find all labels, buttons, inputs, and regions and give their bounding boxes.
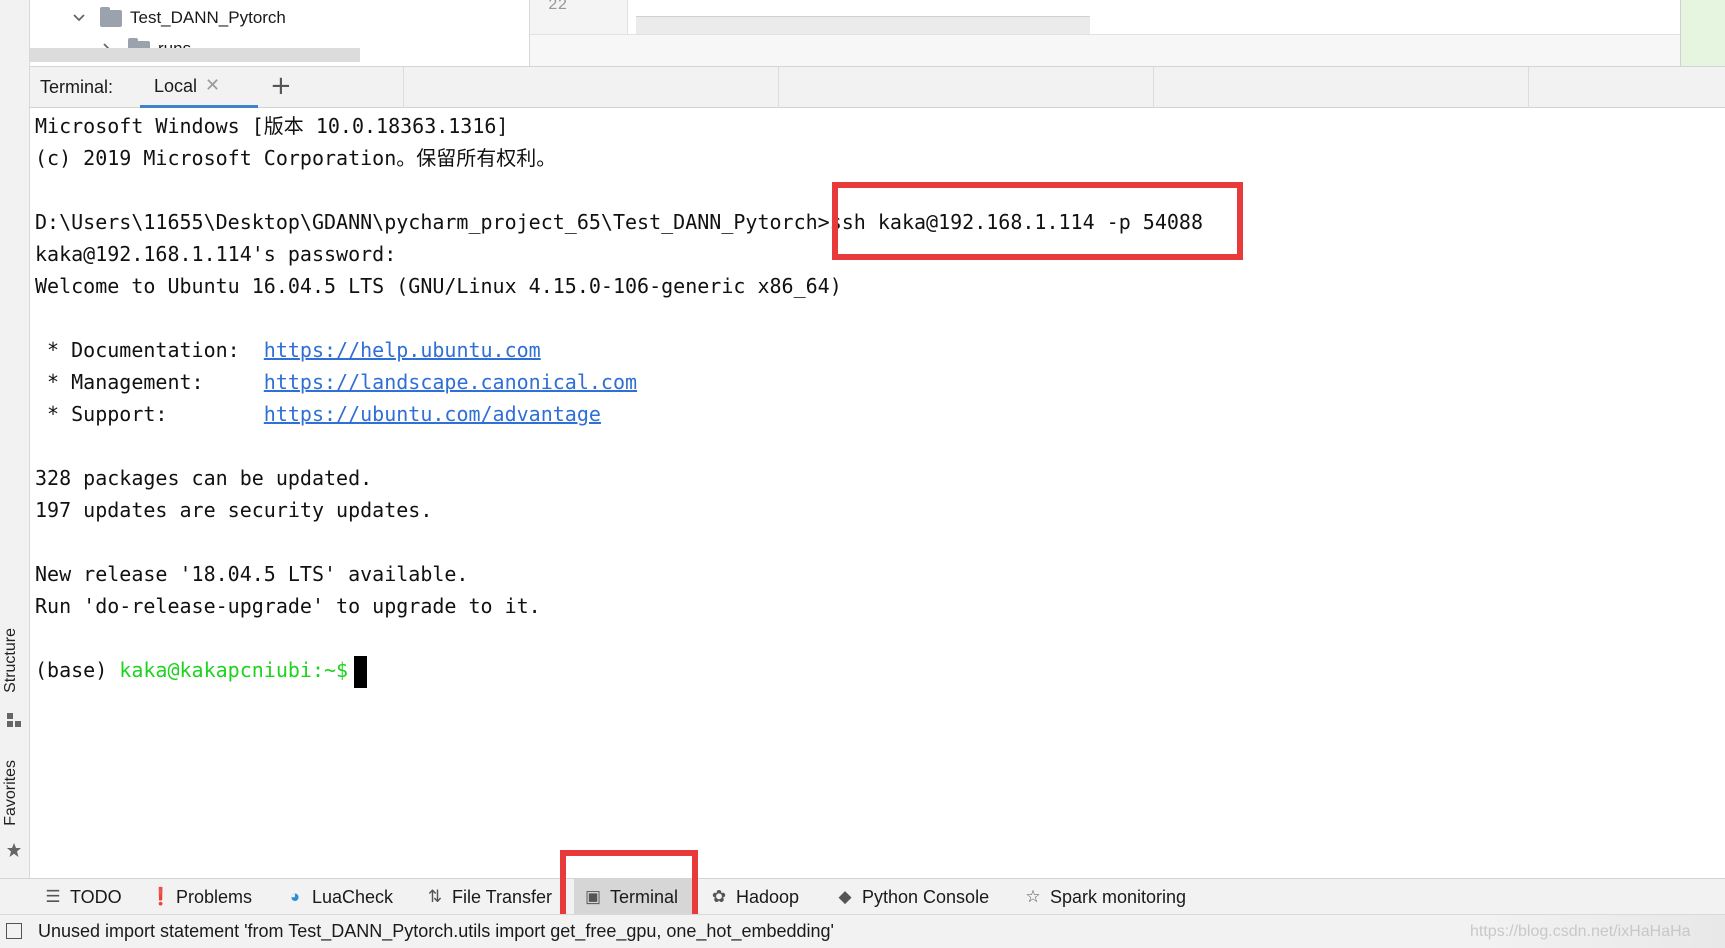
side-tab-favorites[interactable]: Favorites <box>2 760 20 826</box>
spark-icon: ☆ <box>1025 887 1041 906</box>
tree-item-test-dann-pytorch[interactable]: Test_DANN_Pytorch <box>72 3 286 33</box>
tool-problems[interactable]: ❗ Problems <box>150 879 260 915</box>
terminal-cursor <box>354 655 368 688</box>
terminal-line: Welcome to Ubuntu 16.04.5 LTS (GNU/Linux… <box>35 274 842 298</box>
tool-label: Spark monitoring <box>1050 886 1187 907</box>
list-icon: ☰ <box>45 887 61 906</box>
terminal-line: Run 'do-release-upgrade' to upgrade to i… <box>35 594 541 618</box>
star-icon <box>7 843 21 857</box>
prompt-env: (base) <box>35 658 120 682</box>
tool-file-transfer[interactable]: ⇅ File Transfer <box>426 879 560 915</box>
terminal-link-line: * Management: https://landscape.canonica… <box>35 367 637 397</box>
tool-spark-monitoring[interactable]: ☆ Spark monitoring <box>1024 879 1204 915</box>
documentation-link[interactable]: https://help.ubuntu.com <box>264 338 541 362</box>
top-area: Test_DANN_Pytorch runs 22 <box>0 0 1725 66</box>
tool-label: Problems <box>176 886 253 907</box>
editor-inlay <box>636 16 1090 34</box>
link-label: * Management: <box>35 370 264 394</box>
tab-local-label: Local <box>154 75 198 96</box>
highlight-box-ssh-command <box>832 182 1243 260</box>
tool-label: TODO <box>70 886 122 907</box>
terminal-line: New release '18.04.5 LTS' available. <box>35 562 469 586</box>
terminal-line: Microsoft Windows [版本 10.0.18363.1316] <box>35 114 509 138</box>
folder-icon <box>100 6 122 27</box>
header-divider <box>403 67 404 108</box>
status-message: Unused import statement 'from Test_DANN_… <box>38 921 834 941</box>
structure-icon <box>7 713 21 727</box>
highlight-box-terminal-tab <box>560 850 698 924</box>
header-divider <box>1528 67 1529 108</box>
hadoop-icon: ✿ <box>711 887 727 906</box>
watermark-text: https://blog.csdn.net/ixHaHaHa <box>1470 923 1691 940</box>
transfer-icon: ⇅ <box>427 887 443 906</box>
status-toggle-icon[interactable] <box>6 923 22 939</box>
terminal-header: Terminal: Local ✕ + <box>30 66 1725 108</box>
editor-right-stripe <box>1680 0 1725 66</box>
terminal-prompt[interactable]: (base) kaka@kakapcniubi:~$ <box>35 655 368 688</box>
tool-hadoop[interactable]: ✿ Hadoop <box>710 879 810 915</box>
terminal-link-line: * Documentation: https://help.ubuntu.com <box>35 335 541 365</box>
management-link[interactable]: https://landscape.canonical.com <box>264 370 637 394</box>
close-icon[interactable]: ✕ <box>205 77 220 95</box>
status-bar: Unused import statement 'from Test_DANN_… <box>0 914 1725 948</box>
terminal-line: (c) 2019 Microsoft Corporation。保留所有权利。 <box>35 146 557 170</box>
prompt-user: kaka@kakapcniubi:~$ <box>119 658 349 682</box>
tree-scrollbar[interactable] <box>30 48 360 62</box>
bottom-toolbar: ☰ TODO ❗ Problems ◕ LuaCheck ⇅ File Transfer… <box>0 878 1725 915</box>
link-label: * Support: <box>35 402 264 426</box>
tree-item-label: Test_DANN_Pytorch <box>130 8 286 27</box>
python-icon: ◆ <box>838 887 852 906</box>
tool-label: Python Console <box>862 886 990 907</box>
line-number: 22 <box>548 0 568 14</box>
tool-todo[interactable]: ☰ TODO <box>44 879 130 915</box>
terminal-line: 197 updates are security updates. <box>35 498 433 522</box>
tool-luacheck[interactable]: ◕ LuaCheck <box>286 879 396 915</box>
luacheck-icon: ◕ <box>289 887 301 906</box>
link-label: * Documentation: <box>35 338 264 362</box>
terminal-line: kaka@192.168.1.114's password: <box>35 242 397 266</box>
support-link[interactable]: https://ubuntu.com/advantage <box>264 402 601 426</box>
warning-icon: ❗ <box>150 887 172 906</box>
tab-local[interactable]: Local ✕ <box>140 67 258 108</box>
add-tab-icon[interactable]: + <box>270 73 292 99</box>
tool-python-console[interactable]: ◆ Python Console <box>836 879 996 915</box>
terminal-line: 328 packages can be updated. <box>35 466 373 490</box>
tool-label: LuaCheck <box>312 886 394 907</box>
side-tab-structure[interactable]: Structure <box>2 628 20 693</box>
terminal-title: Terminal: <box>40 77 114 97</box>
editor-scrollbar[interactable] <box>530 34 1680 66</box>
terminal-link-line: * Support: https://ubuntu.com/advantage <box>35 399 601 429</box>
header-divider <box>1153 67 1154 108</box>
header-divider <box>778 67 779 108</box>
terminal-output[interactable]: Microsoft Windows [版本 10.0.18363.1316] (… <box>30 108 1725 878</box>
chevron-down-icon[interactable] <box>72 11 86 25</box>
tool-label: File Transfer <box>452 886 553 907</box>
tool-label: Hadoop <box>736 886 800 907</box>
